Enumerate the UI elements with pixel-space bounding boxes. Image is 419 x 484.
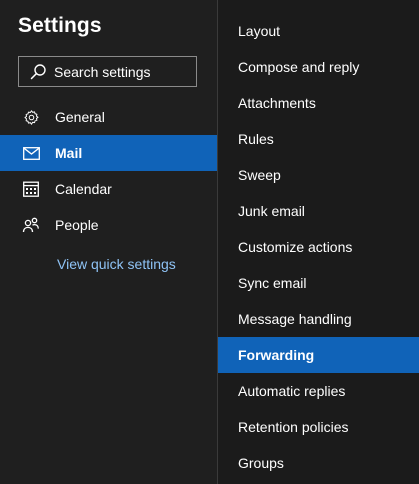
page-title: Settings	[18, 14, 102, 37]
nav-item-people[interactable]: People	[0, 207, 217, 243]
calendar-icon	[22, 180, 40, 198]
subnav-item-rules[interactable]: Rules	[218, 121, 419, 157]
subnav-item-compose-and-reply[interactable]: Compose and reply	[218, 49, 419, 85]
nav-item-mail[interactable]: Mail	[0, 135, 217, 171]
subnav-item-message-handling[interactable]: Message handling	[218, 301, 419, 337]
nav-item-label: Calendar	[55, 181, 112, 197]
subnav-item-groups[interactable]: Groups	[218, 445, 419, 481]
subnav-item-forwarding[interactable]: Forwarding	[218, 337, 419, 373]
subnav-item-sweep[interactable]: Sweep	[218, 157, 419, 193]
search-icon	[30, 63, 47, 80]
subnav-item-sync-email[interactable]: Sync email	[218, 265, 419, 301]
mail-subnav-pane: Layout Compose and reply Attachments Rul…	[218, 0, 419, 484]
view-quick-settings-link[interactable]: View quick settings	[57, 256, 176, 272]
subnav-item-attachments[interactable]: Attachments	[218, 85, 419, 121]
subnav-item-layout[interactable]: Layout	[218, 13, 419, 49]
nav-item-label: Mail	[55, 145, 83, 161]
subnav-item-retention-policies[interactable]: Retention policies	[218, 409, 419, 445]
settings-nav-pane: Settings Search settings General Mail Ca…	[0, 0, 217, 484]
nav-item-general[interactable]: General	[0, 99, 217, 135]
subnav-item-junk-email[interactable]: Junk email	[218, 193, 419, 229]
nav-item-calendar[interactable]: Calendar	[0, 171, 217, 207]
settings-panel: Settings Search settings General Mail Ca…	[0, 0, 419, 484]
nav-item-label: People	[55, 217, 99, 233]
people-icon	[22, 216, 40, 234]
mail-icon	[22, 144, 40, 162]
nav-item-label: General	[55, 109, 105, 125]
settings-nav: General Mail Calendar People	[0, 99, 217, 243]
search-placeholder: Search settings	[54, 63, 151, 80]
gear-icon	[22, 108, 40, 126]
subnav-item-automatic-replies[interactable]: Automatic replies	[218, 373, 419, 409]
subnav-item-customize-actions[interactable]: Customize actions	[218, 229, 419, 265]
search-input[interactable]: Search settings	[18, 56, 197, 87]
